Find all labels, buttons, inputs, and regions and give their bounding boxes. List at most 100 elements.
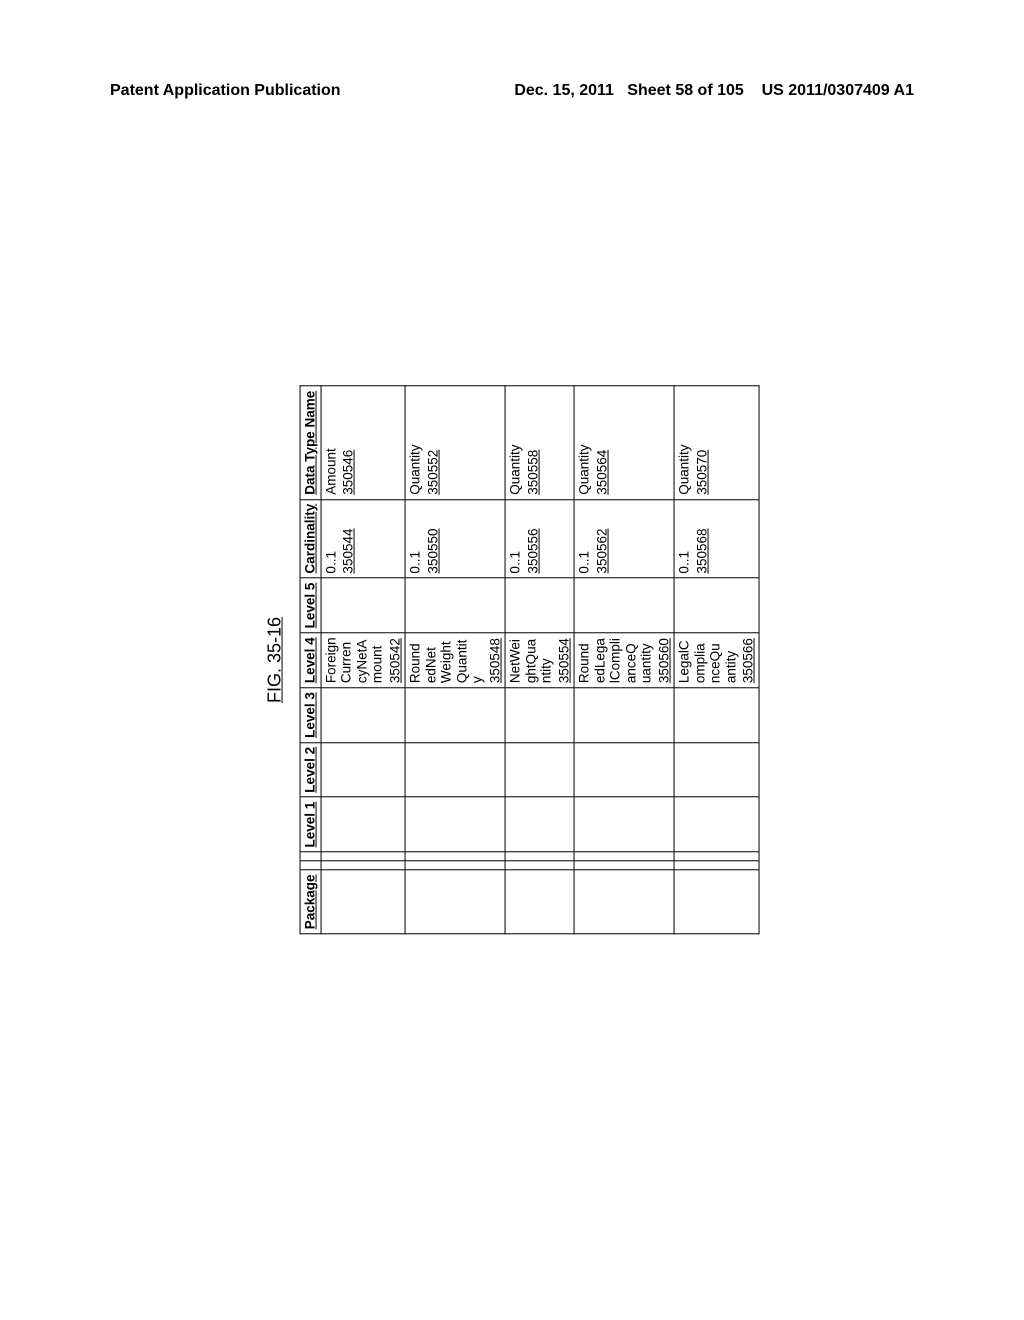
figure-container: FIG. 35-16 Package Level 1 Level 2 Level… <box>265 386 760 935</box>
cell-card: 0..1 350544 <box>321 499 406 578</box>
sheet-number: Sheet 58 of 105 <box>627 82 744 99</box>
cell-card: 0..1 350562 <box>574 499 674 578</box>
cell-l1 <box>674 797 759 852</box>
type-name: Quantity <box>677 445 692 495</box>
type-name: Quantity <box>508 445 523 495</box>
type-ref: 350546 <box>341 391 357 495</box>
data-table: Package Level 1 Level 2 Level 3 Level 4 … <box>300 386 760 935</box>
cell-blank <box>321 861 406 870</box>
col-level-3: Level 3 <box>300 688 321 743</box>
type-ref: 350570 <box>694 391 710 495</box>
pub-number: US 2011/0307409 A1 <box>762 82 914 99</box>
cell-l3 <box>405 688 505 743</box>
cell-card: 0..1 350568 <box>674 499 759 578</box>
cell-l3 <box>505 688 574 743</box>
cell-blank <box>574 852 674 861</box>
cell-l4: RoundedNetWeightQuantity 350548 <box>405 633 505 688</box>
l4-name: RoundedLegalComplianceQuantity <box>577 638 654 683</box>
cell-blank <box>674 861 759 870</box>
cell-l2 <box>674 742 759 797</box>
cell-l4: ForeignCurrencyNetAmount 350542 <box>321 633 406 688</box>
col-level-1: Level 1 <box>300 797 321 852</box>
cell-type: Amount 350546 <box>321 386 406 499</box>
cell-blank <box>405 852 505 861</box>
col-level-2: Level 2 <box>300 742 321 797</box>
card-ref: 350544 <box>341 504 357 574</box>
card-value: 0..1 <box>508 551 523 574</box>
col-blank-1 <box>300 861 321 870</box>
card-ref: 350556 <box>525 504 541 574</box>
cell-l2 <box>574 742 674 797</box>
l4-ref: 350560 <box>656 637 672 683</box>
l4-name: ForeignCurrencyNetAmount <box>323 637 385 683</box>
card-value: 0..1 <box>677 551 692 574</box>
col-blank-2 <box>300 852 321 861</box>
cell-package <box>574 870 674 934</box>
cell-blank <box>674 852 759 861</box>
cell-blank <box>505 861 574 870</box>
cell-l1 <box>574 797 674 852</box>
cell-l3 <box>321 688 406 743</box>
pub-date: Dec. 15, 2011 <box>514 82 614 99</box>
card-ref: 350568 <box>694 504 710 574</box>
cell-l3 <box>674 688 759 743</box>
cell-l5 <box>574 578 674 633</box>
cell-type: Quantity 350558 <box>505 386 574 499</box>
cell-package <box>405 870 505 934</box>
type-ref: 350552 <box>425 391 441 495</box>
l4-ref: 350566 <box>741 637 757 683</box>
figure-label: FIG. 35-16 <box>265 386 286 935</box>
cell-l5 <box>505 578 574 633</box>
col-data-type: Data Type Name <box>300 386 321 499</box>
cell-l2 <box>321 742 406 797</box>
type-ref: 350558 <box>525 391 541 495</box>
cell-package <box>674 870 759 934</box>
cell-package <box>505 870 574 934</box>
table-row: ForeignCurrencyNetAmount 350542 0..1 350… <box>321 386 406 934</box>
cell-blank <box>321 852 406 861</box>
l4-ref: 350548 <box>487 637 503 683</box>
card-value: 0..1 <box>323 551 338 574</box>
cell-l5 <box>674 578 759 633</box>
cell-blank <box>574 861 674 870</box>
cell-l2 <box>405 742 505 797</box>
cell-type: Quantity 350564 <box>574 386 674 499</box>
cell-l4: NetWeightQuantity 350554 <box>505 633 574 688</box>
cell-l5 <box>321 578 406 633</box>
table-row: LegalComplianceQuantity 350566 0..1 3505… <box>674 386 759 934</box>
cell-l2 <box>505 742 574 797</box>
cell-l1 <box>321 797 406 852</box>
table-row: RoundedLegalComplianceQuantity 350560 0.… <box>574 386 674 934</box>
col-level-4: Level 4 <box>300 633 321 688</box>
table-header-row: Package Level 1 Level 2 Level 3 Level 4 … <box>300 386 321 934</box>
col-level-5: Level 5 <box>300 578 321 633</box>
cell-l4: RoundedLegalComplianceQuantity 350560 <box>574 633 674 688</box>
cell-l5 <box>405 578 505 633</box>
page-header: Patent Application Publication Dec. 15, … <box>110 82 914 100</box>
cell-l4: LegalComplianceQuantity 350566 <box>674 633 759 688</box>
table-row: RoundedNetWeightQuantity 350548 0..1 350… <box>405 386 505 934</box>
publication-label: Patent Application Publication <box>110 82 341 100</box>
table-row: NetWeightQuantity 350554 0..1 350556 Qua… <box>505 386 574 934</box>
l4-ref: 350554 <box>556 637 572 683</box>
type-name: Amount <box>323 448 338 495</box>
type-ref: 350564 <box>594 391 610 495</box>
col-cardinality: Cardinality <box>300 499 321 578</box>
cell-l1 <box>505 797 574 852</box>
cell-l1 <box>405 797 505 852</box>
cell-card: 0..1 350550 <box>405 499 505 578</box>
card-value: 0..1 <box>577 551 592 574</box>
cell-blank <box>505 852 574 861</box>
type-name: Quantity <box>577 445 592 495</box>
cell-type: Quantity 350552 <box>405 386 505 499</box>
cell-type: Quantity 350570 <box>674 386 759 499</box>
cell-blank <box>405 861 505 870</box>
card-ref: 350550 <box>425 504 441 574</box>
l4-name: LegalComplianceQuantity <box>677 640 739 683</box>
col-package: Package <box>300 870 321 934</box>
publication-meta: Dec. 15, 2011 Sheet 58 of 105 US 2011/03… <box>514 82 914 100</box>
cell-card: 0..1 350556 <box>505 499 574 578</box>
card-value: 0..1 <box>408 551 423 574</box>
cell-package <box>321 870 406 934</box>
card-ref: 350562 <box>594 504 610 574</box>
